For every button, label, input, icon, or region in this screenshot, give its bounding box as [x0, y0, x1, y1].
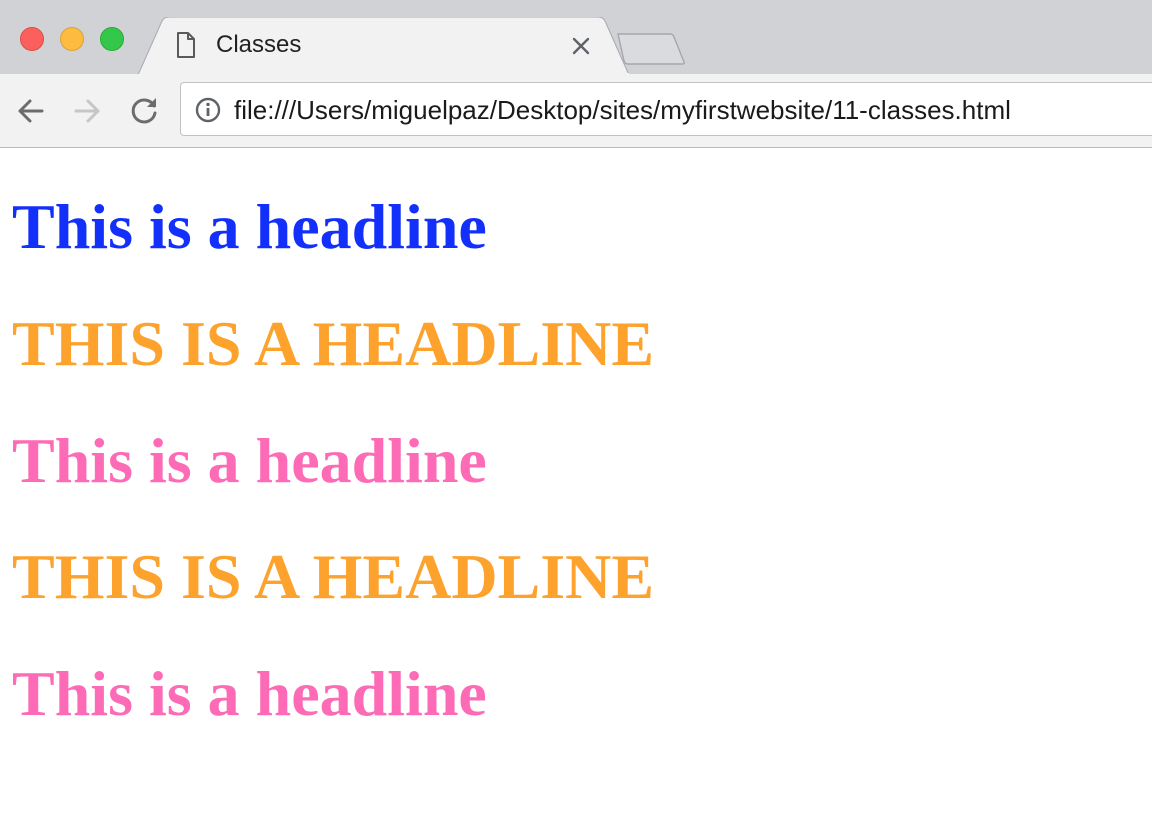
tab-classes[interactable]: Classes: [138, 17, 632, 75]
url-text: file:///Users/miguelpaz/Desktop/sites/my…: [234, 95, 1011, 125]
headline-4: This is a headline: [12, 541, 655, 612]
headline-5: This is a headline: [12, 658, 487, 729]
page-content: This is a headline This is a headline Th…: [0, 149, 1152, 814]
page-icon: [177, 32, 195, 58]
reload-icon[interactable]: [127, 94, 161, 128]
forward-arrow-icon[interactable]: [70, 94, 104, 128]
window-minimize-button[interactable]: [60, 27, 84, 51]
headline-2: This is a headline: [12, 308, 655, 379]
new-tab-button[interactable]: [614, 32, 688, 66]
toolbar: file:///Users/miguelpaz/Desktop/sites/my…: [0, 74, 1152, 148]
tab-strip: Classes: [0, 0, 1152, 75]
close-icon[interactable]: [570, 35, 592, 57]
back-arrow-icon[interactable]: [14, 94, 48, 128]
tab-title: Classes: [216, 31, 302, 58]
info-icon[interactable]: [195, 97, 221, 123]
headline-1: This is a headline: [12, 191, 487, 262]
tab-background: [138, 17, 630, 75]
headline-3: This is a headline: [12, 425, 487, 496]
window-close-button[interactable]: [20, 27, 44, 51]
address-bar[interactable]: file:///Users/miguelpaz/Desktop/sites/my…: [180, 82, 1152, 136]
window-maximize-button[interactable]: [100, 27, 124, 51]
browser-window: Classes file:///Users/miguelpaz/Desktop/…: [0, 0, 1152, 814]
